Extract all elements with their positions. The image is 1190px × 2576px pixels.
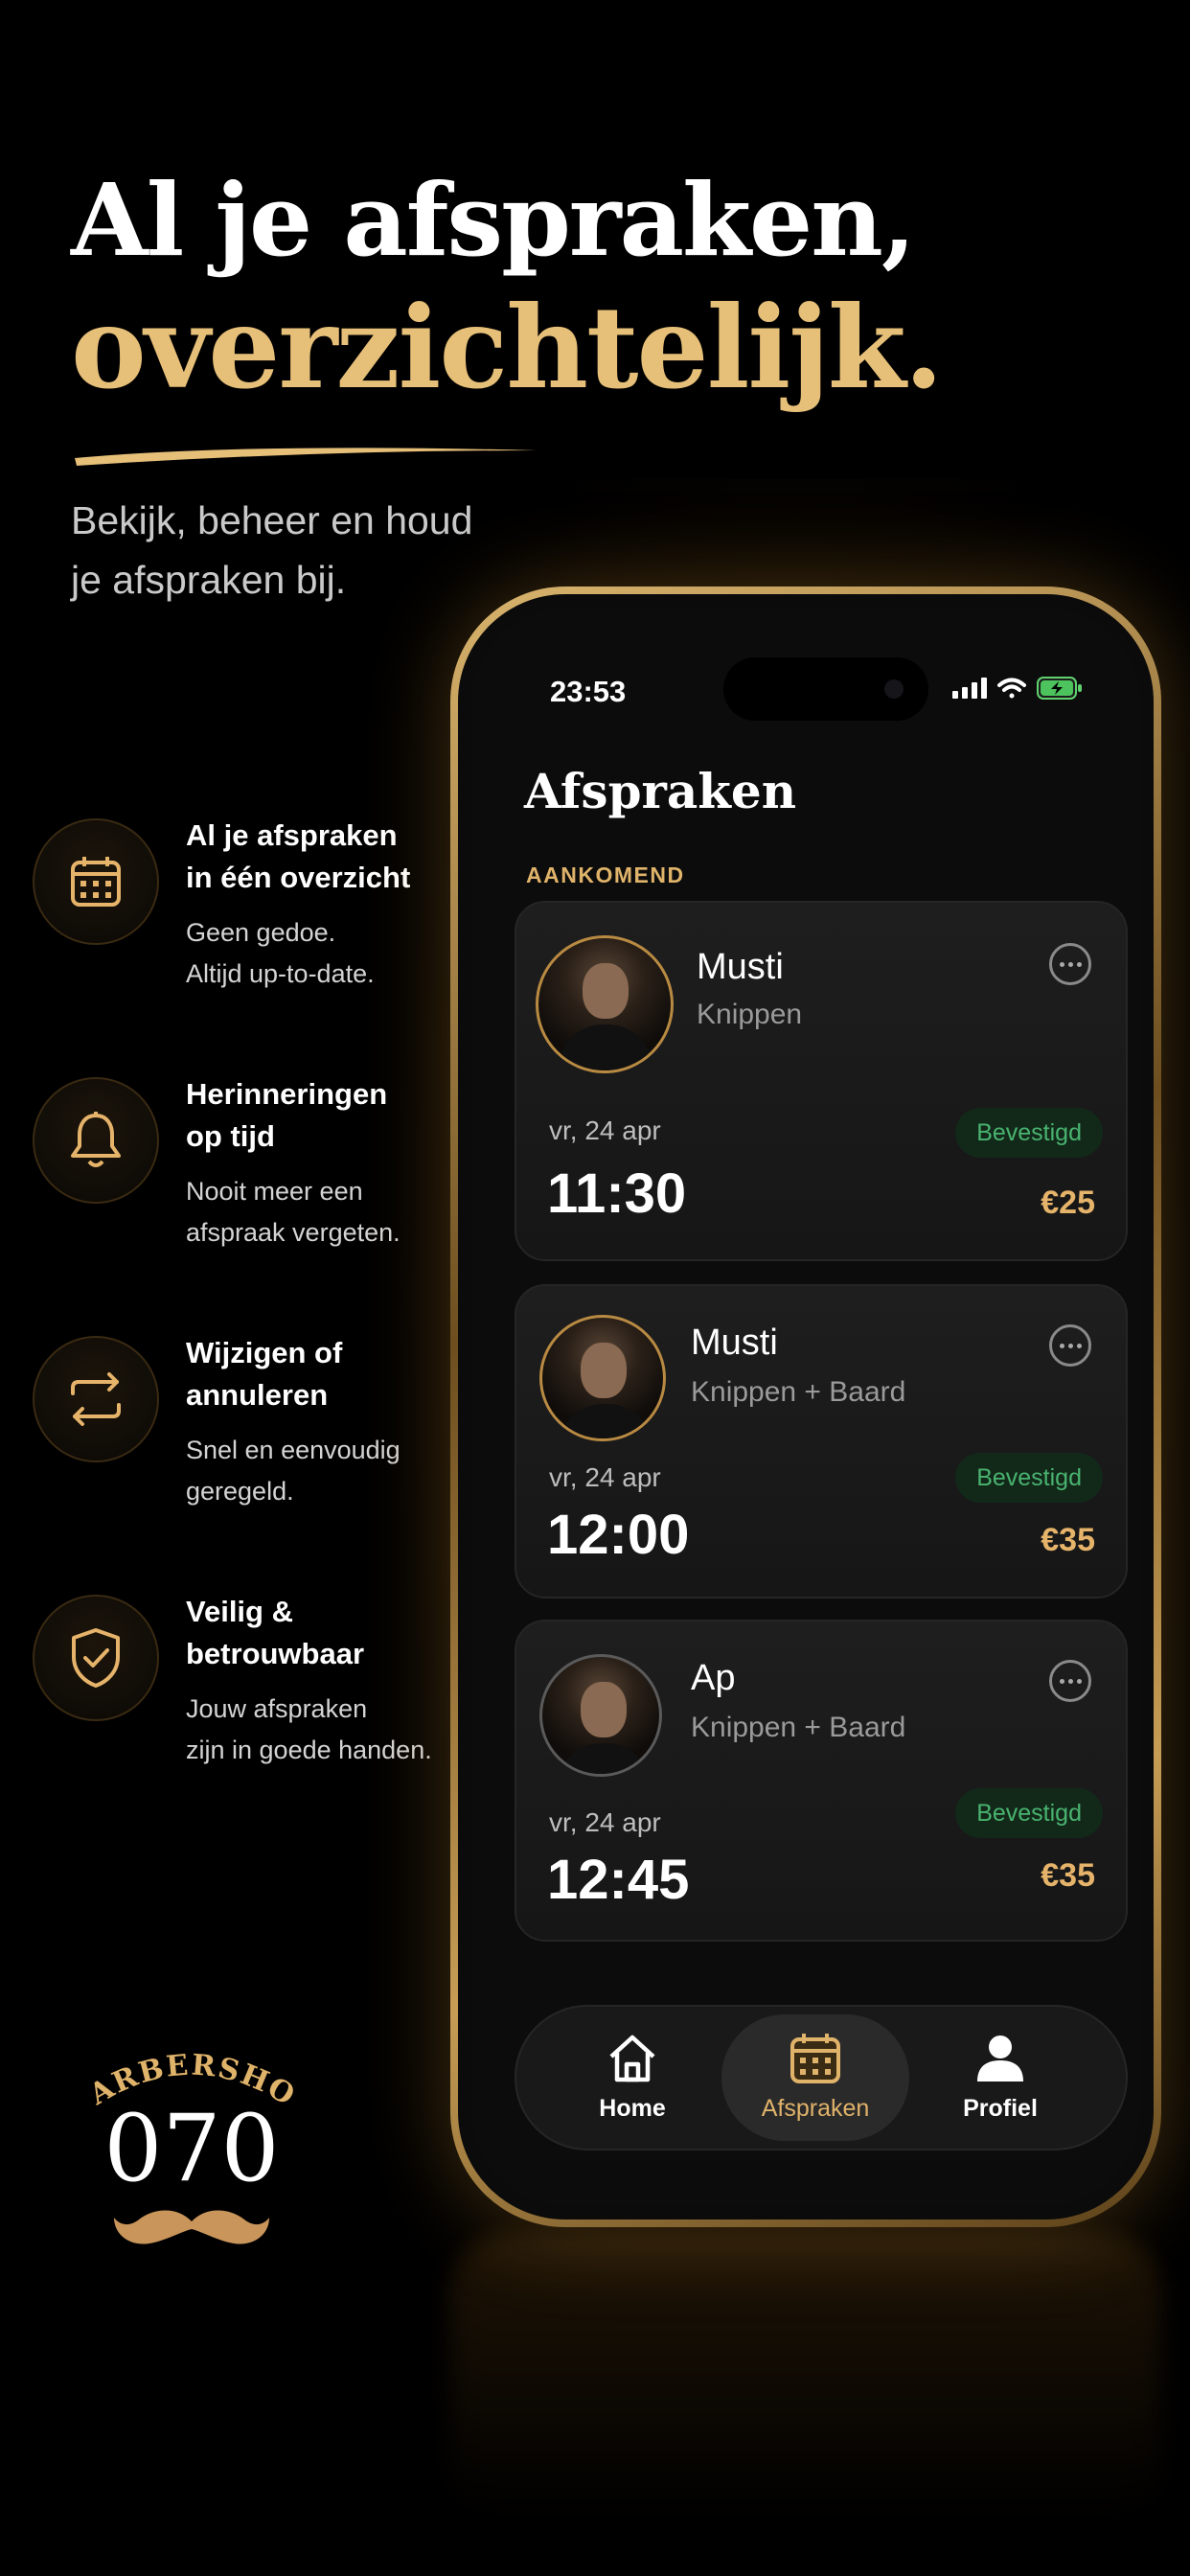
- signal-icon: [952, 678, 987, 699]
- person-icon: [977, 2036, 1023, 2082]
- appointment-card[interactable]: Musti Knippen + Baard vr, 24 apr 12:00 B…: [515, 1284, 1128, 1598]
- barber-name: Ap: [691, 1658, 736, 1698]
- appointment-date: vr, 24 apr: [549, 1807, 661, 1837]
- page-headline: Al je afspraken, overzichtelijk.: [71, 161, 944, 414]
- tab-label: Afspraken: [761, 2095, 870, 2122]
- barber-avatar: [536, 935, 674, 1073]
- subtitle: Bekijk, beheer en houd je afspraken bij.: [71, 491, 531, 610]
- feature-title: Al je afspraken in één overzicht: [186, 818, 411, 894]
- phone-frame: 23:53 Afspraken AANKOMEND Musti Knippen …: [450, 586, 1161, 2227]
- feature-description: Nooit meer een afspraak vergeten.: [186, 1177, 400, 1247]
- calendar-icon: [33, 818, 159, 945]
- status-icons: [952, 677, 1083, 700]
- dynamic-island: [723, 657, 928, 721]
- barber-avatar: [539, 1654, 662, 1777]
- subtitle-line-1: Bekijk, beheer en houd: [71, 498, 473, 542]
- feature-description: Geen gedoe. Altijd up-to-date.: [186, 918, 375, 988]
- mustache-icon: [114, 2210, 269, 2244]
- section-label-upcoming: AANKOMEND: [526, 862, 685, 887]
- underline-swoosh: [75, 448, 537, 466]
- screen-title: Afspraken: [524, 763, 797, 819]
- appointment-card[interactable]: Ap Knippen + Baard vr, 24 apr 12:45 Beve…: [515, 1620, 1128, 1942]
- feature-title: Herinneringen op tijd: [186, 1077, 388, 1153]
- appointment-price: €35: [1041, 1857, 1095, 1894]
- appointment-price: €35: [1041, 1522, 1095, 1558]
- home-icon: [609, 2035, 655, 2082]
- wifi-icon: [997, 678, 1026, 699]
- tab-label: Home: [599, 2095, 666, 2122]
- more-options-button[interactable]: [1049, 1660, 1091, 1702]
- tab-label: Profiel: [963, 2095, 1038, 2122]
- bottom-tab-bar: Home Afspraken Profiel: [515, 2005, 1128, 2150]
- barber-name: Musti: [697, 947, 784, 987]
- status-badge: Bevestigd: [955, 1453, 1103, 1503]
- tab-profiel[interactable]: Profiel: [909, 2007, 1091, 2149]
- shield-check-icon: [33, 1595, 159, 1721]
- status-badge: Bevestigd: [955, 1108, 1103, 1158]
- bell-icon: [33, 1077, 159, 1204]
- service-name: Knippen + Baard: [691, 1376, 906, 1408]
- headline-line-1: Al je afspraken,: [71, 161, 916, 279]
- appointment-price: €25: [1041, 1184, 1095, 1221]
- barber-name: Musti: [691, 1322, 778, 1363]
- subtitle-line-2: je afspraken bij.: [71, 558, 347, 602]
- service-name: Knippen + Baard: [691, 1712, 906, 1743]
- tab-home[interactable]: Home: [541, 2007, 723, 2149]
- feature-description: Snel en eenvoudig geregeld.: [186, 1436, 400, 1506]
- appointment-time: 11:30: [547, 1162, 687, 1225]
- status-time: 23:53: [550, 675, 627, 708]
- app-screen: 23:53 Afspraken AANKOMEND Musti Knippen …: [471, 608, 1140, 2206]
- barbershop-logo: BARBERSHOP 070: [67, 2041, 316, 2262]
- feature-title: Wijzigen of annuleren: [186, 1336, 343, 1412]
- appointment-date: vr, 24 apr: [549, 1462, 661, 1492]
- swap-icon: [33, 1336, 159, 1462]
- appointment-time: 12:00: [547, 1504, 690, 1566]
- tab-afspraken[interactable]: Afspraken: [721, 2007, 909, 2149]
- more-options-button[interactable]: [1049, 1324, 1091, 1367]
- appointment-time: 12:45: [547, 1849, 690, 1911]
- appointment-date: vr, 24 apr: [549, 1116, 661, 1145]
- status-badge: Bevestigd: [955, 1788, 1103, 1838]
- more-options-button[interactable]: [1049, 943, 1091, 985]
- feature-description: Jouw afspraken zijn in goede handen.: [186, 1694, 432, 1764]
- headline-line-2: overzichtelijk.: [71, 281, 944, 414]
- appointment-card[interactable]: Musti Knippen vr, 24 apr 11:30 Bevestigd…: [515, 901, 1128, 1261]
- logo-number: 070: [103, 2095, 280, 2202]
- feature-title: Veilig & betrouwbaar: [186, 1595, 365, 1670]
- battery-charging-icon: [1037, 677, 1082, 700]
- calendar-icon: [790, 2034, 840, 2083]
- service-name: Knippen: [697, 999, 803, 1030]
- phone-reflection: [450, 2233, 1161, 2520]
- barber-avatar: [539, 1315, 666, 1441]
